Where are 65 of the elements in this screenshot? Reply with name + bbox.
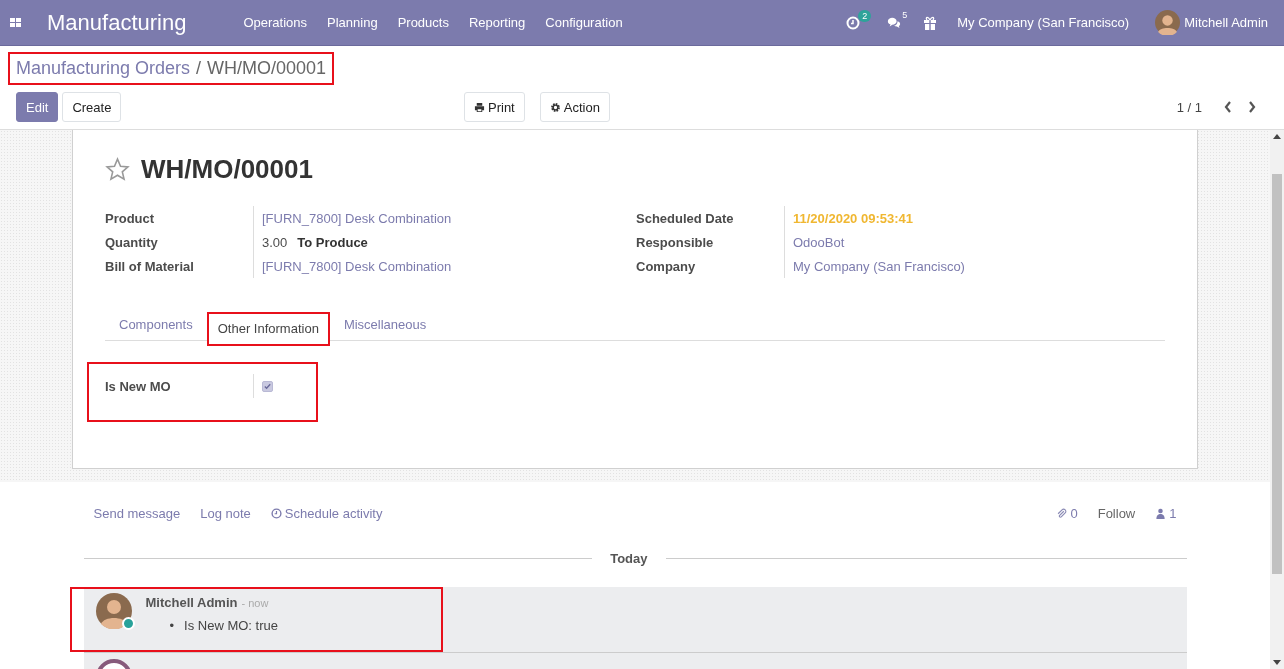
tab[interactable]: Miscellaneous <box>329 309 441 340</box>
scroll-down-icon[interactable] <box>1273 659 1281 665</box>
message-author: Mitchell Admin <box>145 595 238 610</box>
field-value: 3.00 <box>262 234 288 250</box>
user-name[interactable]: Mitchell Admin <box>1184 15 1268 30</box>
tab[interactable]: Other Information <box>206 312 330 346</box>
menu-item[interactable]: Configuration <box>535 15 633 30</box>
clock-icon <box>270 507 282 519</box>
field-label: Responsible <box>636 234 715 250</box>
apps-menu-icon[interactable] <box>10 17 22 28</box>
breadcrumb-separator: / <box>196 58 202 79</box>
menu-item[interactable]: Planning <box>317 15 388 30</box>
field-label: Bill of Material <box>105 258 195 274</box>
previous-icon[interactable] <box>1224 101 1232 113</box>
chat-icon[interactable] <box>887 15 902 30</box>
field-link[interactable]: [FURN_7800] Desk Combination <box>262 210 452 226</box>
record-title: WH/MO/00001 <box>141 153 313 185</box>
menu-item[interactable]: Operations <box>233 15 317 30</box>
pager-counter: 1 / 1 <box>1176 99 1202 115</box>
follow-button[interactable]: Follow <box>1097 505 1136 521</box>
field-label: Product <box>105 210 156 226</box>
menu-item[interactable]: Reporting <box>458 15 536 30</box>
checkbox[interactable] <box>262 380 273 392</box>
edit-button[interactable]: Edit <box>16 92 59 122</box>
field-label: Is New MO <box>105 378 172 394</box>
field-value: 11/20/2020 09:53:41 <box>793 210 913 226</box>
tab[interactable]: Components <box>105 309 207 340</box>
attachments-button[interactable]: 0 <box>1056 505 1078 521</box>
field-link[interactable]: My Company (San Francisco) <box>793 258 965 274</box>
field-label: Company <box>636 258 697 274</box>
gear-icon <box>549 101 561 113</box>
chatter-button[interactable]: Log note <box>200 505 251 521</box>
activity-count-badge: 2 <box>858 9 872 22</box>
message-time: - now <box>241 597 269 609</box>
clock-icon[interactable] <box>846 15 861 30</box>
app-title: Manufacturing <box>47 9 187 36</box>
gift-icon[interactable] <box>923 15 938 30</box>
paperclip-icon <box>1056 507 1068 519</box>
tracking-value: Is New MO: true <box>184 618 278 633</box>
next-icon[interactable] <box>1248 101 1256 113</box>
chatter-button[interactable]: Send message <box>93 505 181 521</box>
followers-button[interactable]: 1 <box>1155 505 1177 521</box>
message-count: 5 <box>902 9 908 20</box>
menu-item[interactable]: Products <box>387 15 459 30</box>
user-avatar[interactable] <box>1155 10 1181 35</box>
bullet: • <box>169 618 175 633</box>
schedule-activity-button[interactable]: Schedule activity <box>270 505 383 521</box>
star-icon[interactable] <box>105 156 130 182</box>
field-label: Quantity <box>105 234 159 250</box>
printer-icon <box>474 101 485 113</box>
record-name: WH/MO/00001 <box>207 58 327 79</box>
company-switcher[interactable]: My Company (San Francisco) <box>957 15 1130 30</box>
action-button[interactable]: Action <box>539 92 610 122</box>
date-separator: Today <box>609 550 649 566</box>
print-button[interactable]: Print <box>464 92 525 122</box>
scrollbar[interactable] <box>1270 130 1284 669</box>
person-icon <box>1155 507 1167 519</box>
field-link[interactable]: [FURN_7800] Desk Combination <box>262 258 452 274</box>
avatar <box>95 593 132 629</box>
field-link[interactable]: OdooBot <box>793 234 845 250</box>
field-label: Scheduled Date <box>636 210 735 226</box>
breadcrumb-link[interactable]: Manufacturing Orders <box>16 58 191 79</box>
scroll-up-icon[interactable] <box>1273 134 1281 140</box>
create-button[interactable]: Create <box>62 92 122 122</box>
field-unit: To Produce <box>297 234 368 250</box>
